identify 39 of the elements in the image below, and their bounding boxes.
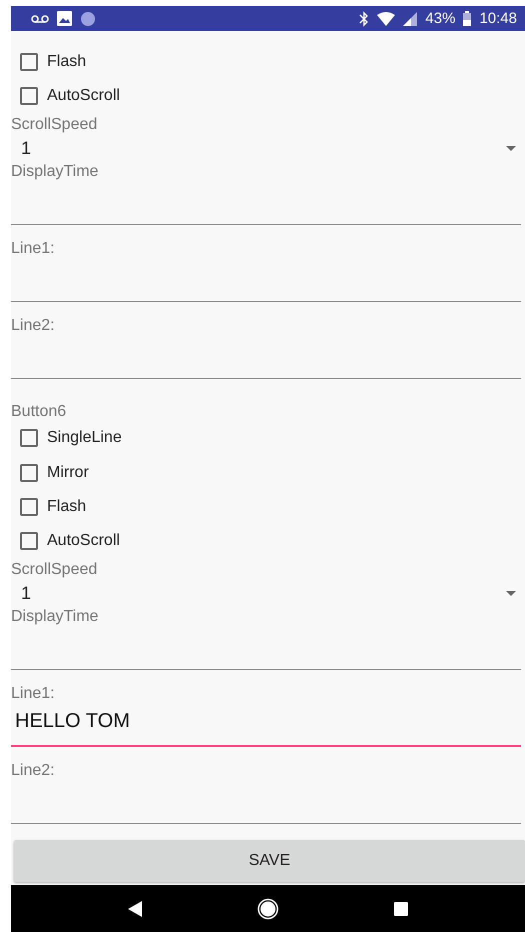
battery-icon: [463, 11, 472, 26]
save-button[interactable]: SAVE: [14, 840, 525, 882]
field-label: ScrollSpeed: [11, 116, 98, 134]
checkbox-label: AutoScroll: [47, 532, 120, 550]
dropdown[interactable]: 1: [11, 137, 525, 160]
voicemail-icon: [31, 14, 49, 24]
field-label: ScrollSpeed: [11, 560, 98, 579]
checkbox-label: Flash: [47, 53, 86, 72]
field-label: Line1:: [11, 685, 55, 704]
checkbox-label: AutoScroll: [47, 87, 120, 106]
input-field[interactable]: HELLO TOM: [11, 703, 521, 748]
back-icon[interactable]: [128, 900, 142, 916]
field-label: Line1:: [11, 240, 55, 258]
field-label: DisplayTime: [11, 608, 98, 626]
battery-percentage: 43%: [425, 10, 456, 27]
recents-icon[interactable]: [394, 902, 408, 916]
checkbox[interactable]: [20, 532, 38, 550]
dropdown-arrow-icon: [506, 590, 516, 596]
field-label: Line2:: [11, 762, 55, 780]
wifi-icon: [377, 12, 396, 26]
checkbox[interactable]: [20, 498, 38, 516]
checkbox-label: Flash: [47, 498, 86, 516]
dropdown[interactable]: 1: [11, 582, 525, 606]
checkbox[interactable]: [20, 429, 38, 448]
checkbox[interactable]: [20, 53, 38, 72]
checkbox[interactable]: [20, 87, 38, 106]
checkbox-label: Mirror: [47, 464, 89, 482]
circle-icon: [80, 10, 96, 26]
image-icon: [57, 11, 72, 26]
home-icon[interactable]: [256, 898, 279, 920]
bluetooth-icon: [359, 10, 370, 26]
section-title: Button6: [11, 403, 66, 422]
signal-icon: [403, 12, 418, 26]
dropdown-arrow-icon: [506, 146, 516, 152]
checkbox[interactable]: [20, 464, 38, 482]
field-label: Line2:: [11, 317, 55, 336]
clock: 10:48: [479, 10, 517, 27]
field-label: DisplayTime: [11, 163, 98, 182]
checkbox-label: SingleLine: [47, 429, 122, 448]
